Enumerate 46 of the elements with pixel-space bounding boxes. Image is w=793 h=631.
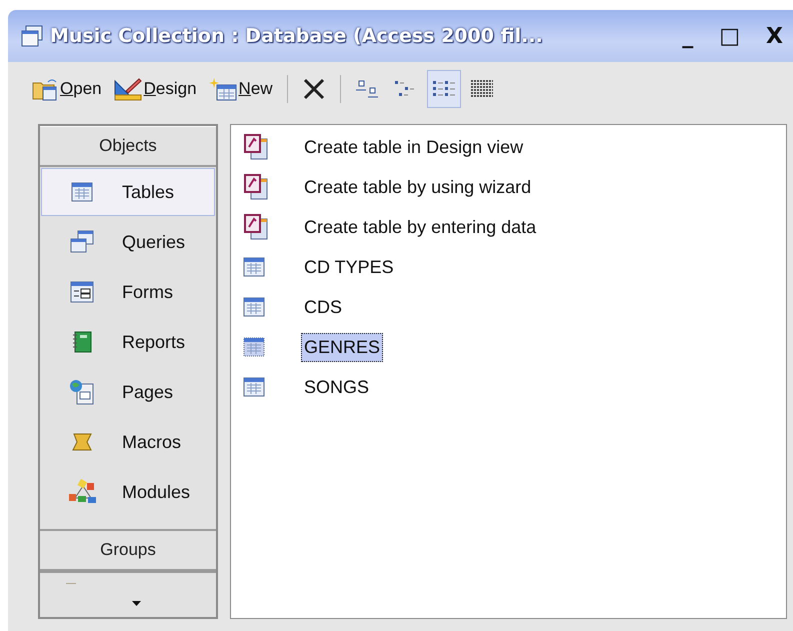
sidebar-item[interactable]: Macros (41, 418, 215, 466)
sidebar-item[interactable]: Queries (41, 218, 215, 266)
open-button[interactable]: Open (28, 70, 106, 108)
new-button[interactable]: New (204, 70, 277, 108)
page-icon (69, 379, 95, 405)
list-button[interactable] (426, 70, 461, 108)
dash-icon (66, 583, 76, 584)
table-icon (243, 377, 265, 397)
report-icon (72, 331, 92, 353)
table-icon (243, 257, 265, 277)
form-icon (70, 281, 94, 303)
large-icons-icon (354, 79, 381, 99)
module-icon (67, 478, 97, 506)
open-icon (32, 77, 58, 101)
object-item[interactable]: SONGS (301, 372, 372, 402)
object-item[interactable]: Create table by entering data (301, 212, 540, 242)
new-icon (208, 77, 237, 101)
wizard-icon (243, 213, 269, 241)
sidebar-item[interactable]: Pages (41, 368, 215, 416)
object-item[interactable]: CDS (301, 292, 346, 322)
table-icon (71, 182, 93, 202)
design-icon (114, 77, 142, 101)
window-title: Music Collection : Database (Access 2000 fil... (50, 25, 544, 47)
groups-header[interactable]: Groups (40, 529, 216, 571)
delete-icon (302, 77, 326, 101)
close-button[interactable]: X (762, 24, 787, 48)
sidebar-item[interactable]: Reports (41, 318, 215, 366)
list-icon (430, 79, 457, 99)
table-icon (243, 297, 265, 317)
database-icon (20, 24, 44, 48)
design-button[interactable]: Design (110, 70, 201, 108)
object-item[interactable]: CD TYPES (301, 252, 397, 282)
object-item[interactable]: GENRES (301, 332, 384, 362)
macro-icon (71, 432, 93, 452)
object-item[interactable]: Create table by using wizard (301, 172, 534, 202)
sidebar-item[interactable]: Forms (41, 268, 215, 316)
object-item[interactable]: Create table in Design view (301, 132, 526, 162)
details-icon (468, 79, 495, 99)
minimize-button[interactable]: _ (678, 24, 698, 48)
maximize-button[interactable]: □ (715, 24, 744, 48)
caret-icon[interactable] (132, 601, 141, 606)
wizard-icon (243, 173, 269, 201)
sidebar-item[interactable]: Modules (41, 468, 215, 516)
table-icon (243, 337, 265, 357)
wizard-icon (243, 133, 269, 161)
sidebar-item[interactable]: Tables (41, 168, 215, 216)
